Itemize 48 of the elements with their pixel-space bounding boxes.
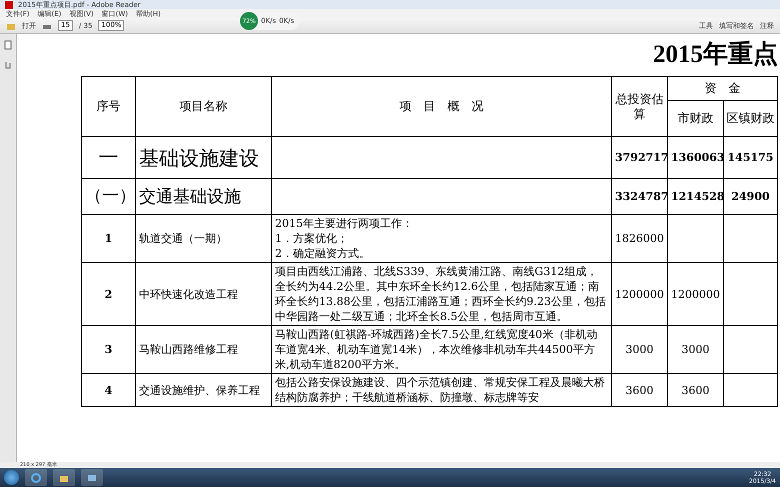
table-cell: 一 <box>82 136 136 178</box>
table-cell: 1214528 <box>668 178 724 214</box>
table-cell: 交通基础设施 <box>136 178 272 214</box>
table-cell: 3324787 <box>612 178 668 214</box>
table-cell: 1200000 <box>668 262 724 326</box>
table-cell: 3 <box>82 326 136 374</box>
table-cell: 3600 <box>668 374 724 406</box>
table-cell: 基础设施建设 <box>136 136 272 178</box>
pdf-icon <box>4 0 14 10</box>
table-cell: 1826000 <box>612 214 668 262</box>
table-cell <box>724 326 778 374</box>
start-button[interactable] <box>4 470 19 485</box>
column-header: 项 目 概 况 <box>272 76 612 136</box>
table-cell <box>724 214 778 262</box>
column-header: 区镇财政 <box>724 100 778 136</box>
table-cell: 3792717 <box>612 136 668 178</box>
table-cell: 3600 <box>612 374 668 406</box>
table-cell: 1200000 <box>612 262 668 326</box>
column-header: 市财政 <box>668 100 724 136</box>
table-cell: 1360063 <box>668 136 724 178</box>
table-cell: 24900 <box>724 178 778 214</box>
table-cell: 2015年主要进行两项工作： 1．方案优化； 2．确定融资方式。 <box>272 214 612 262</box>
table-cell: （一） <box>82 178 136 214</box>
table-cell: 3000 <box>668 326 724 374</box>
column-header: 项目名称 <box>136 76 272 136</box>
browser-icon[interactable] <box>25 469 47 486</box>
table-cell: 中环快速化改造工程 <box>136 262 272 326</box>
table-cell: 马鞍山西路维修工程 <box>136 326 272 374</box>
table-cell: 3000 <box>612 326 668 374</box>
table-cell: 轨道交通（一期） <box>136 214 272 262</box>
picture-icon[interactable] <box>81 469 103 486</box>
column-header: 资 金 <box>668 76 778 100</box>
table-cell: 包括公路安保设施建设、四个示范镇创建、常规安保工程及晨曦大桥结构防腐养护；干线航道桥涵标、防撞墩、标志牌等安 <box>272 374 612 406</box>
table-cell: 4 <box>82 374 136 406</box>
table-cell: 145175 <box>724 136 778 178</box>
table-cell <box>668 214 724 262</box>
table-cell: 马鞍山西路(虹祺路-环城西路)全长7.5公里,红线宽度40米（非机动车道宽4米、机动车道宽14米），本次维修非机动车共44500平方米,机动车道8200平方米。 <box>272 326 612 374</box>
table-cell: 2 <box>82 262 136 326</box>
table-cell <box>724 374 778 406</box>
folder-icon[interactable] <box>53 469 75 486</box>
table-cell: 交通设施维护、保养工程 <box>136 374 272 406</box>
document-title: 2015年重点 <box>653 40 778 70</box>
page-icon[interactable] <box>3 40 13 50</box>
column-header: 序号 <box>82 76 136 136</box>
table-cell <box>724 262 778 326</box>
column-header: 总投资估算 <box>612 76 668 136</box>
table-cell: 项目由西线江浦路、北线S339、东线黄浦江路、南线G312组成，全长约为44.2公里。其中东环全长约12.6公里，包括陆家互通；南环全长约13.88公里，包括江浦路互通；西环全长约9.23公里，包括中华园路一处二级互通；北环全长8.5公里，包括周市互通。 <box>272 262 612 326</box>
table-cell: 1 <box>82 214 136 262</box>
